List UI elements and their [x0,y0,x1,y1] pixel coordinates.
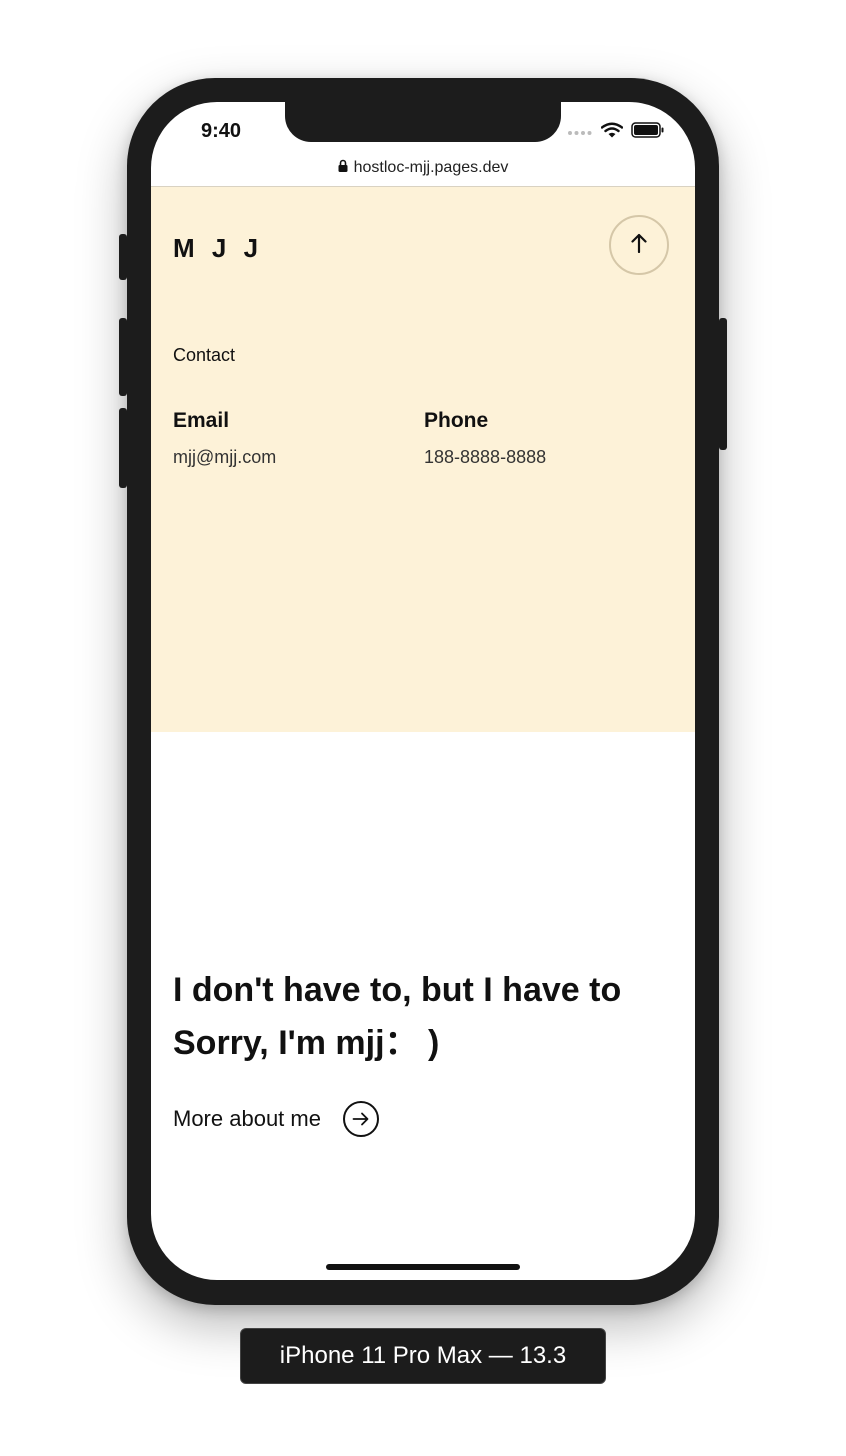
email-block: Email mjj@mjj.com [173,409,276,468]
phone-label: Phone [424,409,489,432]
hero-headline: I don't have to, but I have to Sorry, I'… [173,964,683,1070]
side-button-volume-down [119,408,127,488]
more-about-me-link[interactable]: More about me [173,1101,379,1137]
url-text: hostloc-mjj.pages.dev [353,159,509,176]
notch [285,102,561,142]
hero-line-1: I don't have to, but I have to [173,971,622,1009]
hero-line-2: Sorry, I'm mjj： ) [173,1024,440,1062]
wifi-icon [600,122,624,143]
lock-icon [338,159,348,177]
contact-heading: Contact [173,345,236,365]
contact-section: M J J Contact Email mjj@mjj.com Phone 18… [151,187,695,732]
signal-icon [567,123,593,141]
back-to-top-button[interactable] [609,215,669,275]
status-icons [567,121,665,143]
address-bar[interactable]: hostloc-mjj.pages.dev [151,150,695,186]
battery-icon [631,121,665,143]
site-logo[interactable]: M J J [173,233,263,264]
arrow-right-circle-icon [342,1101,379,1137]
device-label: iPhone 11 Pro Max — 13.3 [240,1328,606,1384]
phone-screen: 9:40 hostloc-mjj.pages.dev M J J Contact… [151,102,695,1280]
phone-block: Phone 188-8888-8888 [424,409,546,468]
email-value[interactable]: mjj@mjj.com [173,447,276,468]
more-about-me-label: More about me [173,1106,321,1131]
status-time: 9:40 [201,120,242,142]
side-button-volume-up [119,318,127,396]
email-label: Email [173,409,230,432]
arrow-up-icon [630,233,648,258]
side-button-silent [119,234,127,280]
home-indicator [326,1264,520,1270]
side-button-power [719,318,727,450]
phone-value[interactable]: 188-8888-8888 [424,447,546,468]
